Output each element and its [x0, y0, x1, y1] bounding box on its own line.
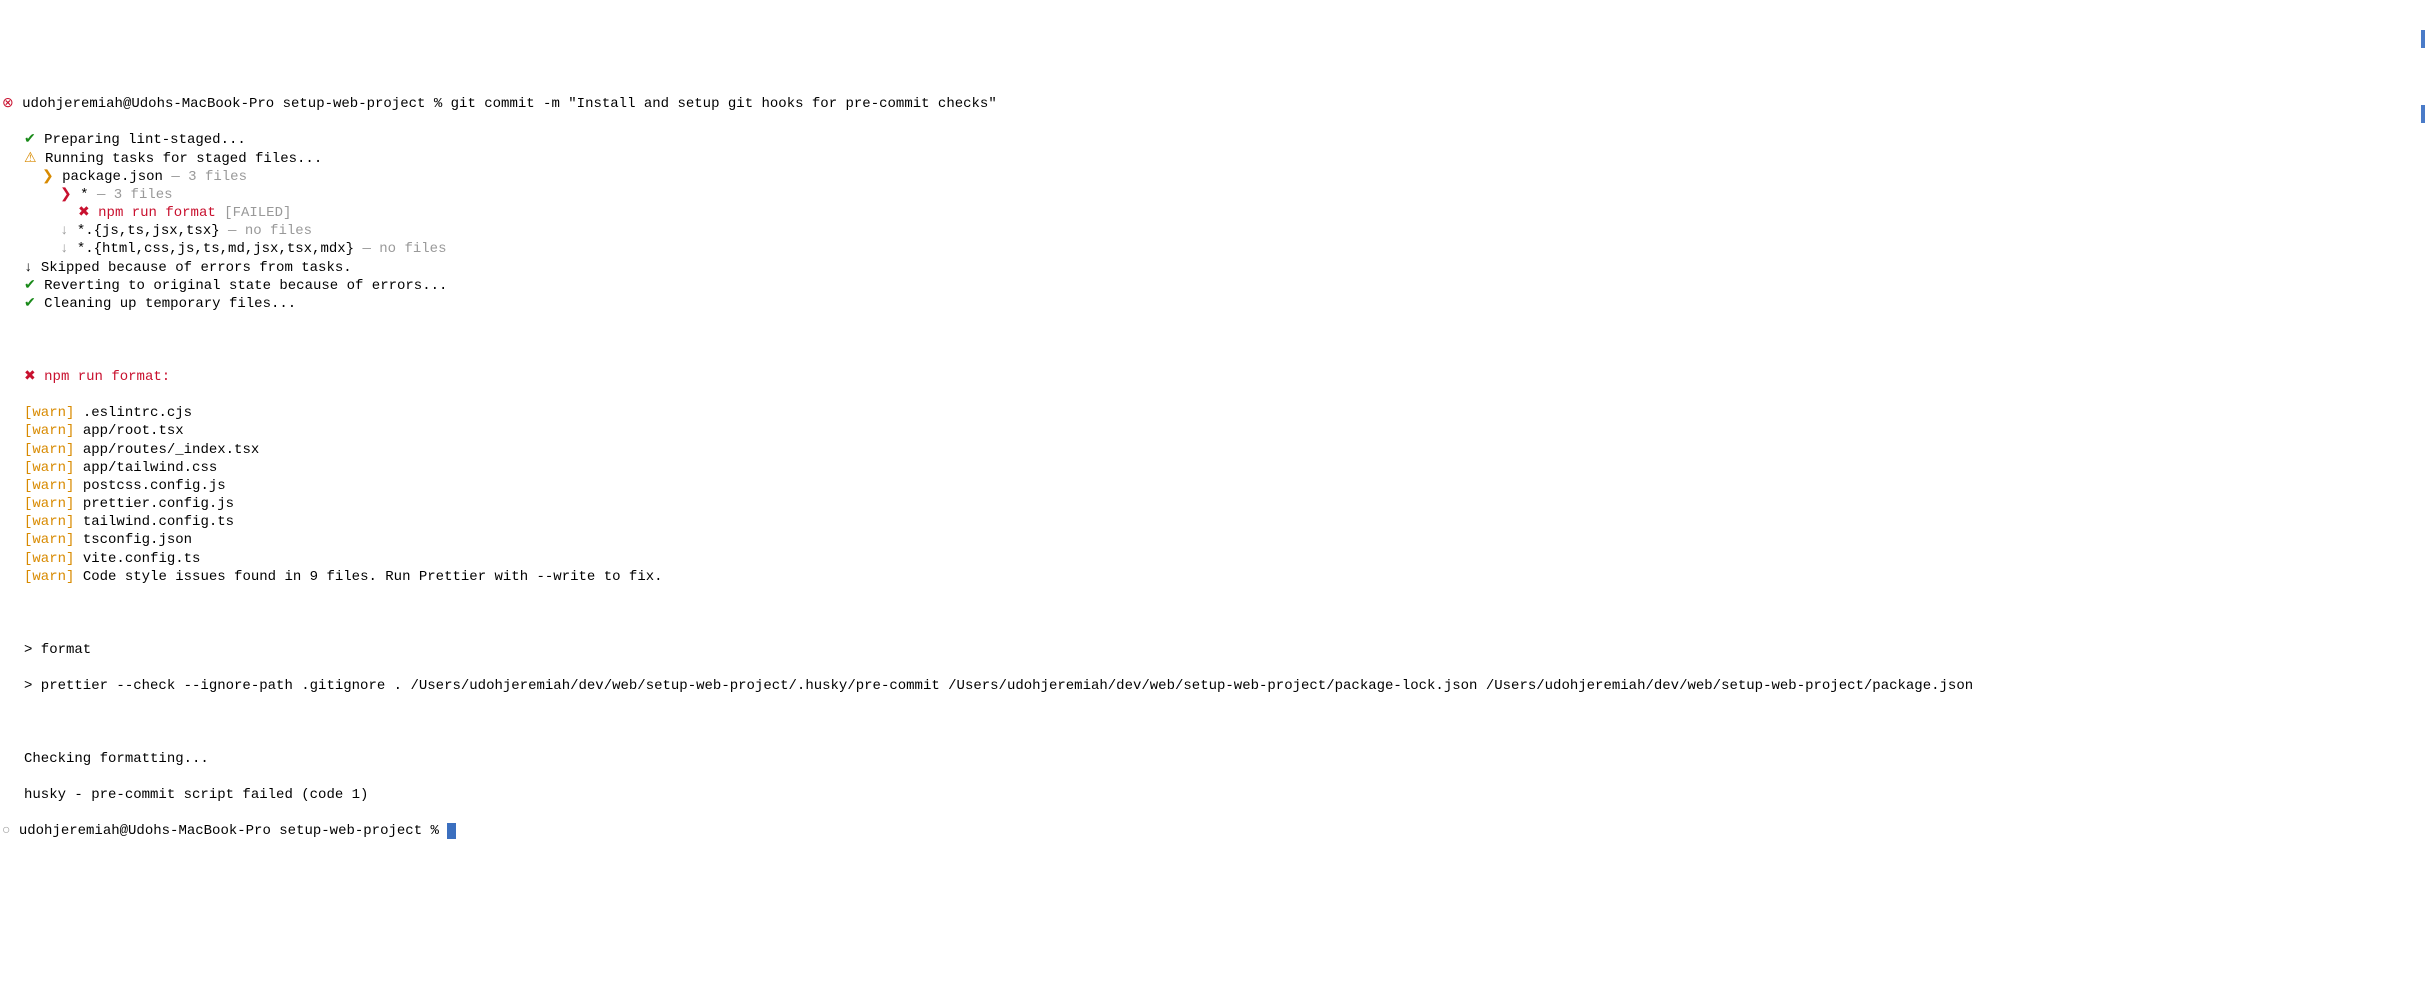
- step-icon: ↓: [60, 223, 68, 239]
- step-text: Running tasks for staged files...: [45, 151, 322, 167]
- step-line: ✔ Preparing lint-staged...: [2, 131, 2423, 149]
- warn-line: [warn] prettier.config.js: [2, 495, 2423, 513]
- step-text: *: [80, 187, 88, 203]
- warn-text: app/routes/_index.tsx: [83, 442, 259, 458]
- step-line: ✔ Cleaning up temporary files...: [2, 295, 2423, 313]
- step-icon: ✔: [24, 278, 36, 294]
- step-text: Reverting to original state because of e…: [44, 278, 447, 294]
- step-text: npm run format: [98, 205, 216, 221]
- step-icon: ⚠: [24, 151, 37, 167]
- step-line: ❯ * — 3 files: [2, 186, 2423, 204]
- warn-line: [warn] tsconfig.json: [2, 531, 2423, 549]
- step-text: package.json: [62, 169, 163, 185]
- step-icon: ↓: [24, 260, 32, 276]
- warn-label: [warn]: [24, 551, 74, 567]
- checking-line: Checking formatting...: [2, 750, 2423, 768]
- terminal-output: ⊗ udohjeremiah@Udohs-MacBook-Pro setup-w…: [2, 77, 2423, 859]
- step-line: ✔ Reverting to original state because of…: [2, 277, 2423, 295]
- prompt-sep: %: [434, 96, 442, 112]
- prompt-line-2: ○ udohjeremiah@Udohs-MacBook-Pro setup-w…: [2, 822, 2423, 840]
- step-icon: ✔: [24, 296, 36, 312]
- warn-label: [warn]: [24, 514, 74, 530]
- warn-line: [warn] app/routes/_index.tsx: [2, 441, 2423, 459]
- blank-line: [2, 331, 2423, 349]
- step-line: ❯ package.json — 3 files: [2, 168, 2423, 186]
- step-icon: ❯: [60, 187, 72, 203]
- warn-label: [warn]: [24, 460, 74, 476]
- warn-line: [warn] vite.config.ts: [2, 550, 2423, 568]
- blank-line: [2, 604, 2423, 622]
- step-text: Preparing lint-staged...: [44, 132, 246, 148]
- prompt-dir: setup-web-project: [279, 823, 422, 839]
- prompt-dir: setup-web-project: [283, 96, 426, 112]
- step-icon: ✔: [24, 132, 36, 148]
- prompt-sep: %: [431, 823, 439, 839]
- prompt-user-host: udohjeremiah@Udohs-MacBook-Pro: [19, 823, 271, 839]
- prompt-user-host: udohjeremiah@Udohs-MacBook-Pro: [22, 96, 274, 112]
- warn-text: .eslintrc.cjs: [83, 405, 192, 421]
- warn-label: [warn]: [24, 569, 74, 585]
- step-text: *.{html,css,js,ts,md,jsx,tsx,mdx}: [77, 241, 354, 257]
- warn-label: [warn]: [24, 478, 74, 494]
- step-icon: ↓: [60, 241, 68, 257]
- format-line-1: > format: [2, 641, 2423, 659]
- warn-line: [warn] app/root.tsx: [2, 422, 2423, 440]
- warn-text: app/root.tsx: [83, 423, 184, 439]
- step-line: ↓ *.{js,ts,jsx,tsx} — no files: [2, 222, 2423, 240]
- warn-text: postcss.config.js: [83, 478, 226, 494]
- step-line: ↓ Skipped because of errors from tasks.: [2, 259, 2423, 277]
- fail-text: npm run format:: [44, 369, 170, 385]
- warn-text: app/tailwind.css: [83, 460, 217, 476]
- error-icon: ⊗: [2, 96, 14, 112]
- warn-line: [warn] tailwind.config.ts: [2, 513, 2423, 531]
- warn-label: [warn]: [24, 423, 74, 439]
- command-text: git commit -m "Install and setup git hoo…: [451, 96, 997, 112]
- step-suffix: [FAILED]: [216, 205, 292, 221]
- warn-line: [warn] .eslintrc.cjs: [2, 404, 2423, 422]
- step-text: Skipped because of errors from tasks.: [41, 260, 352, 276]
- warn-line: [warn] postcss.config.js: [2, 477, 2423, 495]
- warn-label: [warn]: [24, 532, 74, 548]
- scroll-marker: [2421, 30, 2425, 48]
- cursor[interactable]: [447, 823, 456, 839]
- step-text: Cleaning up temporary files...: [44, 296, 296, 312]
- warn-text: vite.config.ts: [83, 551, 201, 567]
- step-suffix: — no files: [220, 223, 312, 239]
- step-suffix: — no files: [354, 241, 446, 257]
- step-icon: ❯: [42, 169, 54, 185]
- warn-label: [warn]: [24, 496, 74, 512]
- step-suffix: — 3 files: [89, 187, 173, 203]
- scroll-marker: [2421, 105, 2425, 123]
- circle-icon: ○: [2, 823, 10, 839]
- fail-header: ✖ npm run format:: [2, 368, 2423, 386]
- fail-icon: ✖: [24, 369, 36, 385]
- prompt-line-1: ⊗ udohjeremiah@Udohs-MacBook-Pro setup-w…: [2, 95, 2423, 113]
- warn-text: tailwind.config.ts: [83, 514, 234, 530]
- step-text: *.{js,ts,jsx,tsx}: [77, 223, 220, 239]
- format-line-2: > prettier --check --ignore-path .gitign…: [2, 677, 2423, 695]
- step-line: ↓ *.{html,css,js,ts,md,jsx,tsx,mdx} — no…: [2, 240, 2423, 258]
- step-icon: ✖: [78, 205, 90, 221]
- step-line: ⚠ Running tasks for staged files...: [2, 150, 2423, 168]
- warn-label: [warn]: [24, 405, 74, 421]
- step-suffix: — 3 files: [163, 169, 247, 185]
- warn-line: [warn] app/tailwind.css: [2, 459, 2423, 477]
- warn-label: [warn]: [24, 442, 74, 458]
- blank-line: [2, 713, 2423, 731]
- warn-line: [warn] Code style issues found in 9 file…: [2, 568, 2423, 586]
- warn-text: prettier.config.js: [83, 496, 234, 512]
- warn-text: Code style issues found in 9 files. Run …: [83, 569, 663, 585]
- step-line: ✖ npm run format [FAILED]: [2, 204, 2423, 222]
- warn-text: tsconfig.json: [83, 532, 192, 548]
- husky-line: husky - pre-commit script failed (code 1…: [2, 786, 2423, 804]
